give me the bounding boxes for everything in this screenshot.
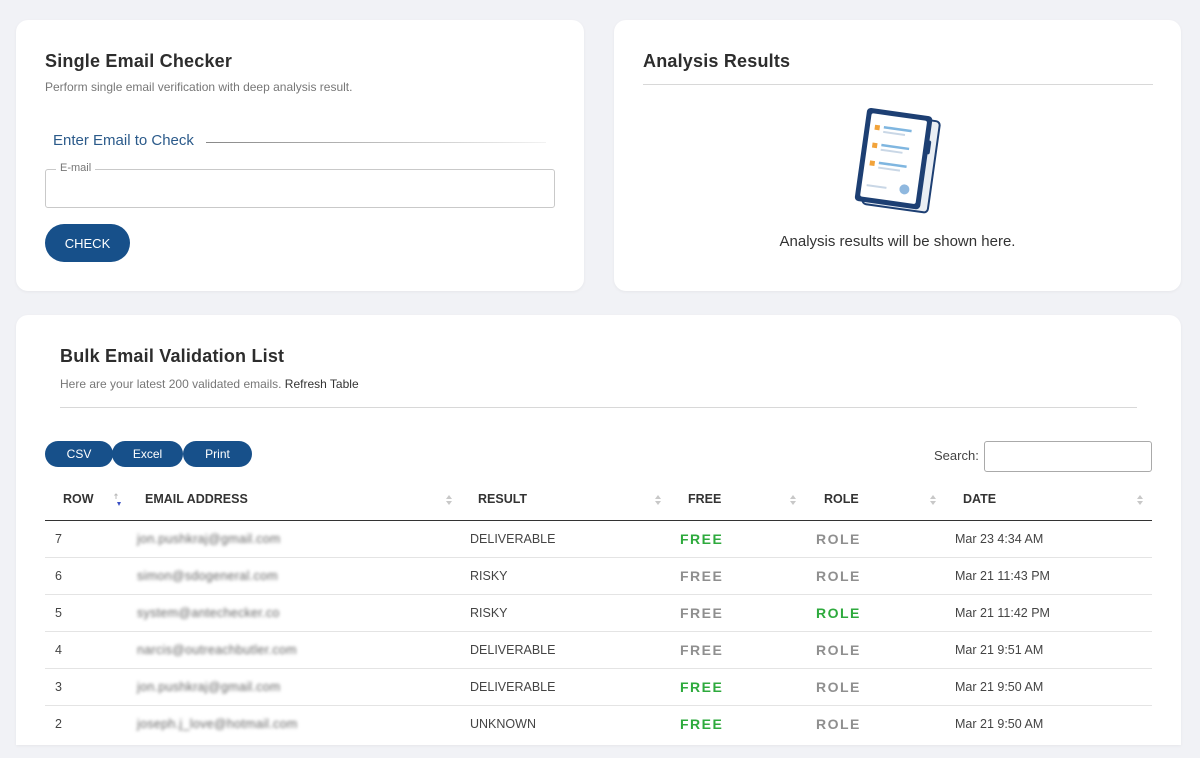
result-status: UNKNOWN xyxy=(470,717,536,731)
row-number: 4 xyxy=(55,643,62,657)
single-checker-subtitle: Perform single email verification with d… xyxy=(45,80,353,94)
validation-date: Mar 21 9:50 AM xyxy=(955,717,1044,731)
email-address: jon.pushkraj@gmail.com xyxy=(137,680,281,694)
print-button[interactable]: Print xyxy=(183,441,252,467)
col-header-result[interactable]: RESULT xyxy=(478,483,527,521)
result-status: DELIVERABLE xyxy=(470,680,556,694)
role-badge: ROLE xyxy=(816,568,861,584)
row-number: 5 xyxy=(55,606,62,620)
bulk-validation-subtitle: Here are your latest 200 validated email… xyxy=(60,377,359,391)
check-button[interactable]: CHECK xyxy=(45,224,130,262)
result-status: DELIVERABLE xyxy=(470,532,556,546)
col-header-role[interactable]: ROLE xyxy=(824,483,859,521)
email-input[interactable] xyxy=(46,170,554,207)
enter-email-section-label: Enter Email to Check xyxy=(53,132,194,149)
table-header: ROW EMAIL ADDRESS RESULT FREE ROLE DATE xyxy=(45,483,1152,521)
table-row[interactable]: 7 jon.pushkraj@gmail.com DELIVERABLE FRE… xyxy=(45,521,1152,558)
role-badge: ROLE xyxy=(816,679,861,695)
role-badge: ROLE xyxy=(816,642,861,658)
row-number: 7 xyxy=(55,532,62,546)
free-badge: FREE xyxy=(680,568,724,584)
role-badge: ROLE xyxy=(816,716,861,732)
analysis-results-title: Analysis Results xyxy=(643,51,791,71)
col-header-date[interactable]: DATE xyxy=(963,483,996,521)
bulk-validation-card: Bulk Email Validation List Here are your… xyxy=(16,315,1181,745)
table-row[interactable]: 5 system@antechecker.co RISKY FREE ROLE … xyxy=(45,595,1152,632)
table-row[interactable]: 2 joseph.j_love@hotmail.com UNKNOWN FREE… xyxy=(45,706,1152,743)
col-header-email[interactable]: EMAIL ADDRESS xyxy=(145,483,248,521)
single-checker-title: Single Email Checker xyxy=(45,51,233,71)
free-badge: FREE xyxy=(680,642,724,658)
bulk-subtitle-text: Here are your latest 200 validated email… xyxy=(60,377,282,391)
table-row[interactable]: 6 simon@sdogeneral.com RISKY FREE ROLE M… xyxy=(45,558,1152,595)
sort-icon[interactable] xyxy=(928,492,938,508)
sort-icon[interactable] xyxy=(444,492,454,508)
validation-date: Mar 23 4:34 AM xyxy=(955,532,1044,546)
table-row[interactable]: 4 narcis@outreachbutler.com DELIVERABLE … xyxy=(45,632,1152,669)
email-address: jon.pushkraj@gmail.com xyxy=(137,532,281,546)
search-label: Search: xyxy=(934,448,979,463)
validation-date: Mar 21 9:50 AM xyxy=(955,680,1044,694)
bulk-validation-title: Bulk Email Validation List xyxy=(60,346,285,366)
sort-icon[interactable] xyxy=(653,492,663,508)
result-status: RISKY xyxy=(470,569,508,583)
table-row[interactable]: 3 jon.pushkraj@gmail.com DELIVERABLE FRE… xyxy=(45,669,1152,706)
email-address: joseph.j_love@hotmail.com xyxy=(137,717,298,731)
email-address: system@antechecker.co xyxy=(137,606,280,620)
result-status: DELIVERABLE xyxy=(470,643,556,657)
analysis-divider xyxy=(643,84,1153,85)
free-badge: FREE xyxy=(680,679,724,695)
excel-button[interactable]: Excel xyxy=(112,441,183,467)
email-address: simon@sdogeneral.com xyxy=(137,569,278,583)
section-divider xyxy=(206,142,546,143)
refresh-table-link[interactable]: Refresh Table xyxy=(285,377,359,391)
email-address: narcis@outreachbutler.com xyxy=(137,643,297,657)
role-badge: ROLE xyxy=(816,531,861,547)
col-header-free[interactable]: FREE xyxy=(688,483,721,521)
free-badge: FREE xyxy=(680,605,724,621)
role-badge: ROLE xyxy=(816,605,861,621)
validation-date: Mar 21 11:43 PM xyxy=(955,569,1050,583)
sort-icon[interactable] xyxy=(788,492,798,508)
free-badge: FREE xyxy=(680,716,724,732)
sort-desc-icon[interactable] xyxy=(113,492,123,508)
search-input[interactable] xyxy=(984,441,1152,472)
analysis-results-card: Analysis Results Analysis results will b… xyxy=(614,20,1181,291)
row-number: 3 xyxy=(55,680,62,694)
free-badge: FREE xyxy=(680,531,724,547)
bulk-divider xyxy=(60,407,1137,408)
validation-date: Mar 21 9:51 AM xyxy=(955,643,1044,657)
clipboard-document-icon xyxy=(854,108,941,214)
analysis-empty-text: Analysis results will be shown here. xyxy=(779,233,1016,250)
single-email-checker-card: Single Email Checker Perform single emai… xyxy=(16,20,584,291)
col-header-row[interactable]: ROW xyxy=(63,483,94,521)
row-number: 2 xyxy=(55,717,62,731)
result-status: RISKY xyxy=(470,606,508,620)
row-number: 6 xyxy=(55,569,62,583)
validation-date: Mar 21 11:42 PM xyxy=(955,606,1050,620)
email-field[interactable]: E-mail xyxy=(45,162,555,208)
csv-button[interactable]: CSV xyxy=(45,441,113,467)
sort-icon[interactable] xyxy=(1135,492,1145,508)
